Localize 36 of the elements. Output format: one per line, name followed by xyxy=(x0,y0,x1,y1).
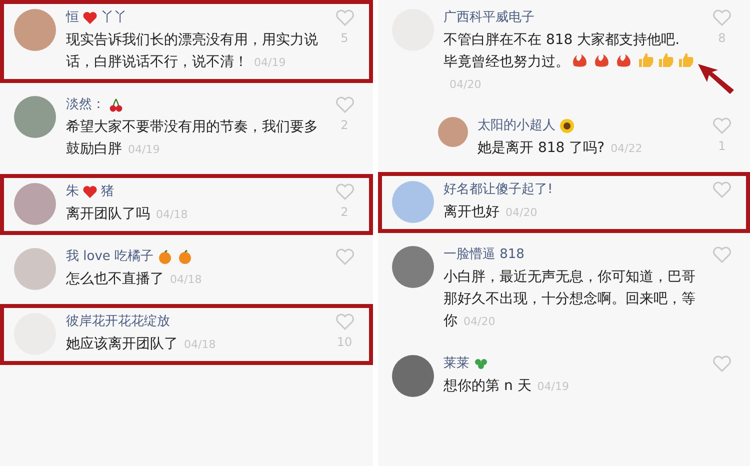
user-name[interactable]: 恒 丫丫 xyxy=(66,9,320,27)
user-name[interactable]: 莱莱 xyxy=(444,355,698,373)
like-icon[interactable] xyxy=(334,183,354,201)
avatar[interactable] xyxy=(438,117,468,147)
avatar[interactable] xyxy=(392,355,434,397)
tangerine-icon xyxy=(176,249,193,265)
thumbs-up-icon xyxy=(636,52,654,68)
like-icon[interactable] xyxy=(712,181,732,199)
sunflower-icon xyxy=(558,118,574,134)
avatar[interactable] xyxy=(14,9,56,51)
like-icon[interactable] xyxy=(712,355,732,373)
user-name[interactable]: 朱 猪 xyxy=(66,183,320,201)
like-icon[interactable] xyxy=(712,117,732,135)
like-icon[interactable] xyxy=(334,9,354,27)
avatar[interactable] xyxy=(14,96,56,138)
like-icon[interactable] xyxy=(712,246,732,264)
like-icon[interactable] xyxy=(334,313,354,331)
tangerine-icon xyxy=(156,249,173,265)
avatar[interactable] xyxy=(392,246,434,288)
thumbs-up-icon xyxy=(676,52,694,68)
user-name[interactable]: 我 love 吃橘子 xyxy=(66,248,320,266)
clover-icon xyxy=(472,356,488,372)
user-name[interactable]: 太阳的小超人 xyxy=(478,117,698,135)
cherry-icon xyxy=(108,97,124,113)
user-name[interactable]: 一脸懵逼 818 xyxy=(444,246,698,264)
avatar[interactable] xyxy=(14,183,56,225)
heart-icon xyxy=(82,10,98,26)
like-icon[interactable] xyxy=(712,9,732,27)
like-icon[interactable] xyxy=(334,96,354,114)
user-name[interactable]: 彼岸花开花花绽放 xyxy=(66,313,320,331)
user-name[interactable]: 好名都让傻子起了! xyxy=(444,181,698,199)
user-name[interactable]: 广西科平威电子 xyxy=(444,9,698,27)
heart-icon xyxy=(82,184,98,200)
like-icon[interactable] xyxy=(334,248,354,266)
user-name[interactable]: 淡然： xyxy=(66,96,320,114)
thumbs-up-icon xyxy=(656,52,674,68)
